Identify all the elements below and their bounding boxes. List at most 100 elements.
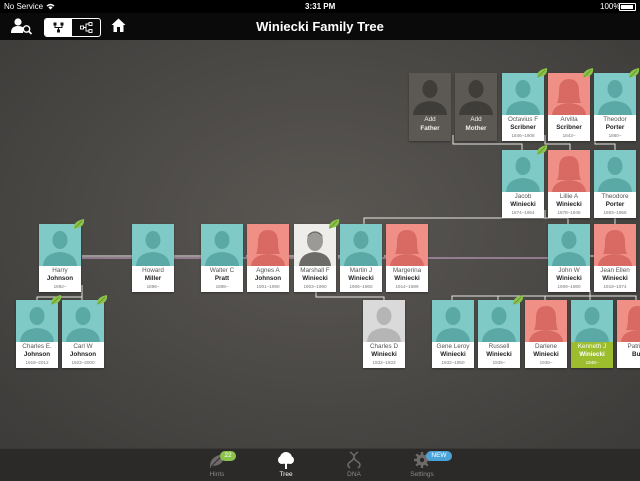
person-card-theodor[interactable]: Theodor Porter 1860– [594, 73, 636, 141]
person-last-name: Father [420, 125, 440, 132]
person-card-martin[interactable]: Martin J Winiecki 1906–1960 [340, 224, 382, 292]
person-card-howard[interactable]: Howard Miller 1896– [132, 224, 174, 292]
hint-leaf-icon[interactable] [628, 68, 640, 79]
person-card-carl[interactable]: Carl W Johnson 1923–2000 [62, 300, 104, 368]
person-card-theodore[interactable]: Theodore Porter 1893–1966 [594, 150, 636, 218]
person-first-name: Jean Ellen [600, 267, 630, 274]
person-card-jacob[interactable]: Jacob Winiecki 1874–1954 [502, 150, 544, 218]
person-last-name: Pratt [214, 275, 230, 282]
person-card-gene[interactable]: Gene Leroy Winiecki 1932–1950 [432, 300, 474, 368]
person-first-name: Lillie A [559, 193, 579, 200]
person-last-name: Winiecki [602, 275, 628, 282]
tab-hints[interactable]: 22 Hints [192, 449, 242, 481]
person-silhouette-icon [594, 224, 636, 266]
person-last-name: Bus [632, 351, 640, 358]
tab-settings[interactable]: NEW Settings [397, 449, 452, 481]
carrier-label: No Service [4, 2, 44, 11]
dna-icon [347, 451, 361, 469]
tab-tree[interactable]: Tree [261, 449, 311, 481]
person-first-name: Patricia [627, 343, 640, 350]
person-card-kenneth[interactable]: Kenneth J Winiecki 1948– [571, 300, 613, 368]
person-card-octavius[interactable]: Octavius F Scribner 1846–1908 [502, 73, 544, 141]
person-silhouette-icon [247, 224, 289, 266]
person-silhouette-icon [594, 73, 636, 115]
person-silhouette-icon [502, 73, 544, 115]
person-years: 1932–1933 [372, 360, 396, 365]
person-card-arvilla[interactable]: Arvilla Scribner 1843– [548, 73, 590, 141]
clock: 3:31 PM [305, 2, 336, 11]
person-silhouette-icon [594, 150, 636, 192]
person-card-russell[interactable]: Russell Winiecki 1935– [478, 300, 520, 368]
person-card-patricia[interactable]: PatriciaBus [617, 300, 640, 368]
person-last-name: Winiecki [533, 351, 559, 358]
hint-leaf-icon[interactable] [73, 219, 85, 230]
person-first-name: Jacob [514, 193, 532, 200]
person-card-john[interactable]: John W Winiecki 1909–1980 [548, 224, 590, 292]
person-years: 1874–1954 [511, 210, 535, 215]
person-card-darlene[interactable]: Darlene Winiecki 1938– [525, 300, 567, 368]
person-years: 1903–1990 [303, 284, 327, 289]
person-silhouette-icon [617, 300, 640, 342]
hint-leaf-icon[interactable] [50, 295, 62, 306]
person-first-name: Harry [52, 267, 68, 274]
person-card-add-mother[interactable]: Add Mother [455, 73, 497, 141]
person-years: 1948– [585, 360, 599, 365]
hint-leaf-icon[interactable] [536, 68, 548, 79]
person-last-name: Mother [465, 125, 487, 132]
settings-new-badge: NEW [426, 451, 452, 461]
person-years: 1923–2000 [71, 360, 95, 365]
battery-percent: 100% [600, 2, 621, 11]
person-last-name: Winiecki [556, 275, 582, 282]
person-years: 1892– [53, 284, 67, 289]
person-first-name: Theodore [601, 193, 629, 200]
person-last-name: Winiecki [556, 201, 582, 208]
person-silhouette-icon [132, 224, 174, 266]
person-last-name: Johnson [254, 275, 282, 282]
person-first-name: Charles E. [22, 343, 52, 350]
person-years: 1906–1960 [349, 284, 373, 289]
person-silhouette-icon [62, 300, 104, 342]
tab-dna-label: DNA [347, 471, 361, 478]
status-bar: No Service 3:31 PM 100% [0, 0, 640, 13]
person-card-lillie[interactable]: Lillie A Winiecki 1878–1946 [548, 150, 590, 218]
tab-dna[interactable]: DNA [329, 449, 379, 481]
hint-leaf-icon[interactable] [536, 145, 548, 156]
person-photo [294, 224, 336, 266]
hint-leaf-icon[interactable] [512, 295, 524, 306]
person-first-name: Charles D [370, 343, 398, 350]
person-first-name: Darlene [534, 343, 558, 350]
person-last-name: Winiecki [394, 275, 420, 282]
person-silhouette-icon [409, 73, 451, 115]
person-card-margerina[interactable]: Margerina Winiecki 1914–1989 [386, 224, 428, 292]
person-first-name: Martin J [349, 267, 373, 274]
person-first-name: Walter C [209, 267, 235, 274]
person-card-charles-d[interactable]: Charles D Winiecki 1932–1933 [363, 300, 405, 368]
person-card-charles-e[interactable]: Charles E. Johnson 1919–2012 [16, 300, 58, 368]
person-years: 1919–1974 [603, 284, 627, 289]
hint-leaf-icon[interactable] [582, 68, 594, 79]
person-years: 1893–1966 [603, 210, 627, 215]
person-first-name: Russell [488, 343, 510, 350]
person-last-name: Winiecki [486, 351, 512, 358]
person-first-name: Agnes A [256, 267, 280, 274]
person-card-jean[interactable]: Jean Ellen Winiecki 1919–1974 [594, 224, 636, 292]
person-silhouette-icon [525, 300, 567, 342]
page-title: Winiecki Family Tree [256, 19, 384, 34]
person-first-name: Add [470, 116, 482, 123]
person-last-name: Johnson [46, 275, 74, 282]
person-last-name: Johnson [69, 351, 97, 358]
person-card-marshall[interactable]: Marshall F Winiecki 1903–1990 [294, 224, 336, 292]
person-silhouette-icon [39, 224, 81, 266]
tree-canvas[interactable]: Add Father Add Mother Octavius F Scribner 1846… [0, 40, 640, 448]
person-card-agnes[interactable]: Agnes A Johnson 1901–1990 [247, 224, 289, 292]
person-first-name: Theodor [603, 116, 627, 123]
person-silhouette-icon [478, 300, 520, 342]
person-card-walter[interactable]: Walter C Pratt 1898– [201, 224, 243, 292]
person-first-name: Octavius F [507, 116, 539, 123]
person-first-name: Add [424, 116, 436, 123]
hint-leaf-icon[interactable] [96, 295, 108, 306]
person-last-name: Miller [144, 275, 162, 282]
person-card-harry[interactable]: Harry Johnson 1892– [39, 224, 81, 292]
person-card-add-father[interactable]: Add Father [409, 73, 451, 141]
hint-leaf-icon[interactable] [328, 219, 340, 230]
